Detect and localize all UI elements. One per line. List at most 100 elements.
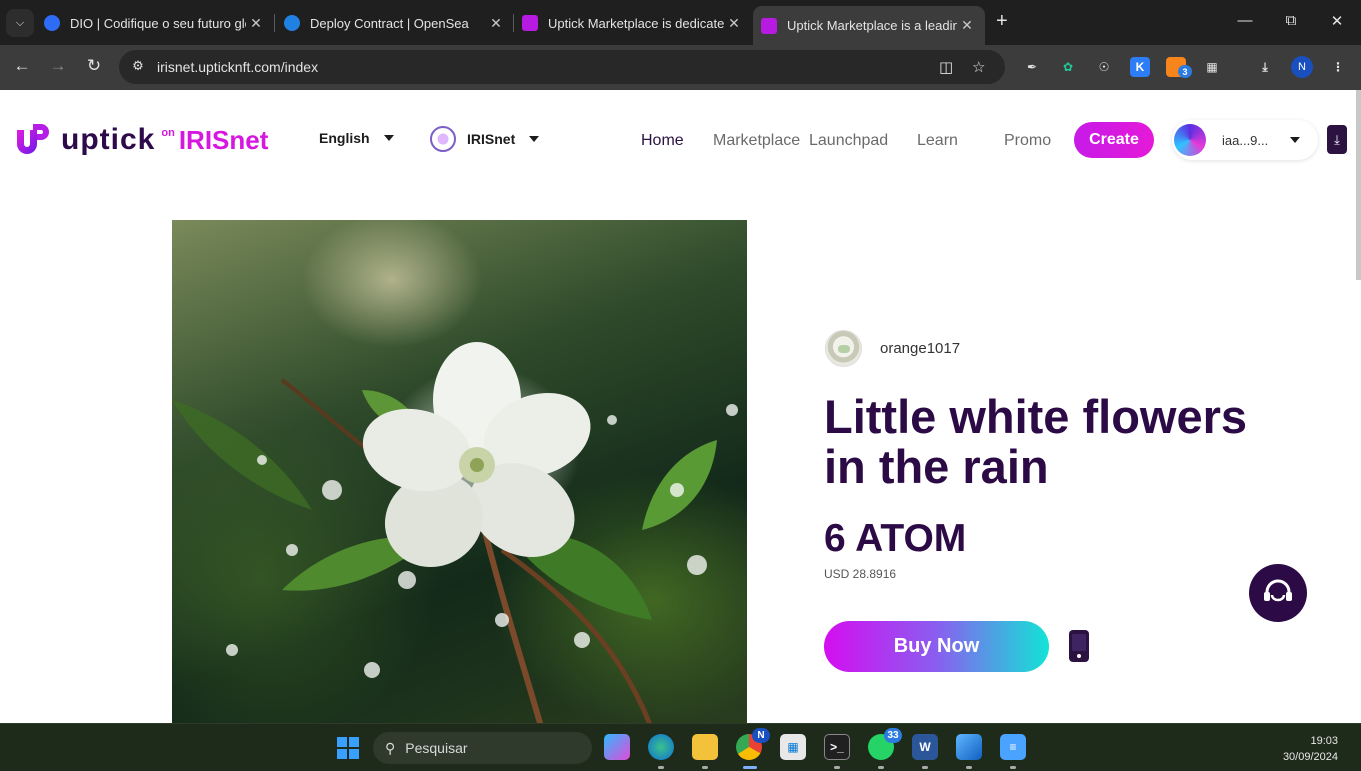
page-content: uptick on IRISnet English IRISnet Home M… <box>0 90 1361 723</box>
irisnet-chain-icon <box>430 126 456 152</box>
bookmark-star-icon[interactable]: ☆ <box>972 58 985 76</box>
close-window-icon[interactable]: ✕ <box>1327 12 1347 30</box>
close-tab-icon[interactable]: ✕ <box>957 17 977 34</box>
nav-launchpad[interactable]: Launchpad <box>809 132 888 150</box>
browser-tab[interactable]: Uptick Marketplace is dedicated ✕ <box>522 8 744 38</box>
taskbar-search-placeholder: Pesquisar <box>405 740 468 756</box>
notepad-icon[interactable]: ≡ <box>1000 734 1026 760</box>
reload-icon[interactable]: ↻ <box>83 56 105 76</box>
microsoft-store-icon[interactable]: ▦ <box>780 734 806 760</box>
create-button[interactable]: Create <box>1074 122 1154 158</box>
back-icon[interactable]: ← <box>11 56 33 76</box>
close-tab-icon[interactable]: ✕ <box>724 15 744 32</box>
flower-illustration <box>172 342 738 723</box>
page-scrollbar[interactable] <box>1356 90 1361 280</box>
nav-learn[interactable]: Learn <box>917 132 958 150</box>
compass-extension-icon[interactable]: ☉ <box>1094 57 1114 77</box>
close-tab-icon[interactable]: ✕ <box>246 15 266 32</box>
nft-price: 6 ATOM <box>824 517 967 560</box>
browser-tab-strip: ⌵ DIO | Codifique o seu futuro global ✕ … <box>0 0 1361 45</box>
url-text[interactable]: irisnet.upticknft.com/index <box>157 59 318 75</box>
edge-icon[interactable] <box>648 734 674 760</box>
translate-icon[interactable]: ◫ <box>939 58 953 76</box>
whatsapp-icon[interactable]: 33 <box>868 728 902 760</box>
copilot-icon[interactable] <box>604 734 630 760</box>
running-indicator <box>922 766 928 769</box>
taskbar-search[interactable]: ⚲ Pesquisar <box>373 732 592 764</box>
tab-search-chevron-icon[interactable]: ⌵ <box>6 9 34 37</box>
new-tab-icon[interactable]: + <box>996 10 1008 33</box>
forward-icon[interactable]: → <box>47 56 69 76</box>
site-info-icon[interactable]: ⚙ <box>129 58 147 76</box>
hummingbird-extension-icon[interactable]: ✿ <box>1058 57 1078 77</box>
taskbar-clock[interactable]: 19:03 30/09/2024 <box>1272 733 1338 765</box>
creator-avatar[interactable] <box>825 330 862 367</box>
address-bar[interactable]: ⚙ irisnet.upticknft.com/index ◫ ☆ <box>119 50 1005 84</box>
wallet-avatar <box>1174 124 1206 156</box>
profile-avatar[interactable]: N <box>1291 56 1313 78</box>
creator-info[interactable]: orange1017 <box>825 330 960 367</box>
buy-now-button[interactable]: Buy Now <box>824 621 1049 672</box>
caret-down-icon <box>1290 137 1301 143</box>
windows-start-icon[interactable] <box>337 737 359 759</box>
uptick-favicon-icon <box>522 15 538 31</box>
creator-name[interactable]: orange1017 <box>880 340 960 357</box>
file-explorer-icon[interactable] <box>692 734 718 760</box>
clock-date: 30/09/2024 <box>1282 751 1338 763</box>
browser-tab[interactable]: Deploy Contract | OpenSea ✕ <box>284 8 506 38</box>
word-icon[interactable]: W <box>912 734 938 760</box>
logo-wordmark: uptick <box>61 123 156 156</box>
headset-icon <box>1264 579 1292 602</box>
caret-down-icon <box>383 135 394 141</box>
nav-promo[interactable]: Promo <box>1004 132 1051 150</box>
chain-selector[interactable]: IRISnet <box>430 126 540 152</box>
keplr-extension-icon[interactable]: K <box>1130 57 1150 77</box>
running-indicator <box>834 766 840 769</box>
search-icon: ⚲ <box>385 739 396 756</box>
extensions-puzzle-icon[interactable]: ▦ <box>1202 57 1222 77</box>
downloads-icon[interactable]: ⤓ <box>1255 57 1275 77</box>
active-indicator <box>743 766 757 769</box>
wallet-menu[interactable]: iaa...9... <box>1172 120 1318 160</box>
language-label: English <box>319 130 370 146</box>
browser-tab-active[interactable]: Uptick Marketplace is a leading ✕ <box>753 6 985 45</box>
windows-taskbar: ⚲ Pesquisar N ▦ >_ 33 W ≡ 19:03 30/09/20… <box>0 723 1361 771</box>
logo-on-text: on <box>161 127 175 139</box>
terminal-icon[interactable]: >_ <box>824 734 850 760</box>
opensea-favicon-icon <box>284 15 300 31</box>
minimize-icon[interactable]: — <box>1235 12 1255 29</box>
nft-price-usd: USD 28.8916 <box>824 567 897 581</box>
running-indicator <box>702 766 708 769</box>
running-indicator <box>658 766 664 769</box>
browser-menu-icon[interactable]: ⋮ <box>1328 57 1348 77</box>
dio-favicon-icon <box>44 15 60 31</box>
mobile-phone-icon[interactable] <box>1069 630 1089 662</box>
nft-title: Little white flowers in the rain <box>824 390 1248 493</box>
wallet-address: iaa...9... <box>1222 132 1269 148</box>
running-indicator <box>966 766 972 769</box>
chain-label: IRISnet <box>467 131 516 147</box>
uptick-logo-icon <box>17 124 49 154</box>
app-download-icon[interactable]: ⤓ <box>1327 125 1347 154</box>
nav-home[interactable]: Home <box>641 132 684 150</box>
photos-icon[interactable] <box>956 734 982 760</box>
logo-chain-text: IRISnet <box>178 124 269 155</box>
eyedropper-extension-icon[interactable]: ✒ <box>1022 57 1042 77</box>
caret-down-icon <box>529 136 540 142</box>
tab-divider <box>513 14 514 32</box>
nav-marketplace[interactable]: Marketplace <box>713 132 800 150</box>
clock-time: 19:03 <box>1310 735 1338 747</box>
chrome-icon[interactable]: N <box>736 728 770 760</box>
metamask-extension-icon[interactable]: 3 <box>1166 57 1192 78</box>
running-indicator <box>878 766 884 769</box>
browser-tab[interactable]: DIO | Codifique o seu futuro global ✕ <box>44 8 266 38</box>
tab-divider <box>274 14 275 32</box>
uptick-logo[interactable]: uptick on IRISnet <box>13 120 268 160</box>
browser-toolbar: ← → ↻ ⚙ irisnet.upticknft.com/index ◫ ☆ … <box>0 45 1361 90</box>
support-chat-button[interactable] <box>1249 564 1307 622</box>
close-tab-icon[interactable]: ✕ <box>486 15 506 32</box>
running-indicator <box>1010 766 1016 769</box>
language-selector[interactable]: English <box>319 130 394 146</box>
restore-icon[interactable]: ⧉ <box>1281 12 1301 29</box>
nft-artwork-image[interactable] <box>172 220 747 723</box>
